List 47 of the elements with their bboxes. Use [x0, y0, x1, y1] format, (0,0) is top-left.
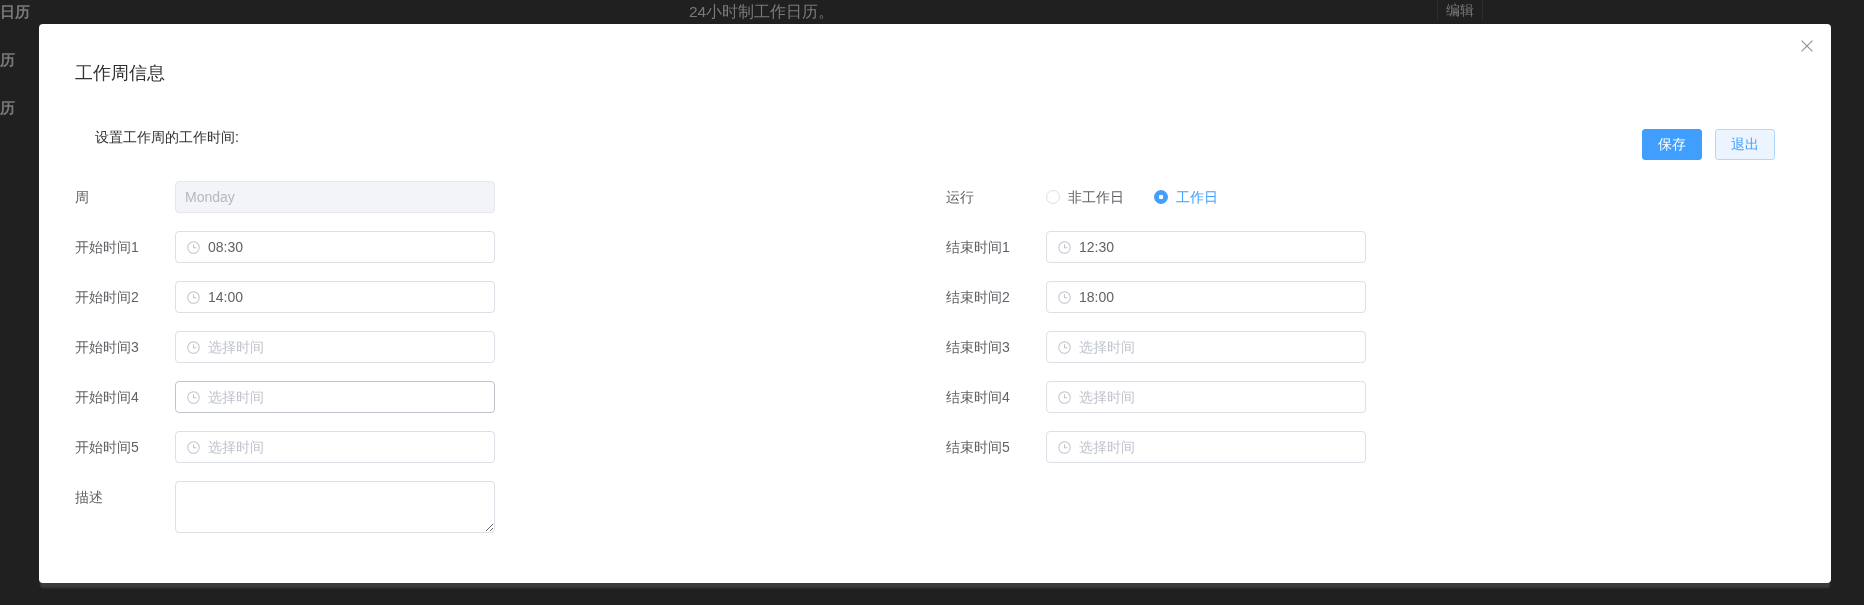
clock-icon [1058, 390, 1071, 404]
field-label: 结束时间5 [946, 438, 1011, 457]
table-cell: 历 [0, 98, 15, 118]
field-label: 开始时间3 [75, 338, 140, 357]
clock-icon [1058, 290, 1071, 304]
clock-icon [187, 340, 200, 354]
field-label: 运行 [946, 188, 975, 207]
clock-icon [187, 240, 200, 254]
radio-option[interactable]: 非工作日 [1046, 181, 1124, 213]
time-field[interactable]: 选择时间 [175, 381, 495, 413]
field-label: 结束时间3 [946, 338, 1011, 357]
time-field[interactable]: 选择时间 [1046, 331, 1366, 363]
clock-icon [1058, 440, 1071, 454]
clock-icon [1058, 340, 1071, 354]
time-field[interactable]: 选择时间 [175, 431, 495, 463]
time-field[interactable]: 选择时间 [175, 331, 495, 363]
clock-icon [1058, 240, 1071, 254]
time-field[interactable]: 14:00 [175, 281, 495, 313]
field-label: 开始时间2 [75, 288, 140, 307]
clock-icon [187, 440, 200, 454]
close-button[interactable] [1801, 40, 1813, 52]
instruction-text: 设置工作周的工作时间: [95, 129, 239, 145]
radio-option[interactable]: 工作日 [1154, 181, 1218, 213]
field-label: 结束时间4 [946, 388, 1011, 407]
clock-icon [187, 290, 200, 304]
dialog-title: 工作周信息 [75, 63, 165, 83]
field-label: 周 [75, 188, 90, 207]
clock-icon [187, 390, 200, 404]
close-icon [1801, 40, 1813, 52]
time-field[interactable]: 选择时间 [1046, 431, 1366, 463]
field-label: 开始时间5 [75, 438, 140, 457]
time-field[interactable]: 选择时间 [1046, 381, 1366, 413]
exit-button[interactable]: 退出 [1715, 129, 1775, 160]
field-label: 描述 [75, 488, 104, 507]
time-field[interactable]: 18:00 [1046, 281, 1366, 313]
edit-link[interactable]: 编辑 [1437, 0, 1483, 20]
description-field[interactable] [175, 481, 495, 533]
field-label: 结束时间1 [946, 238, 1011, 257]
field-label: 开始时间1 [75, 238, 140, 257]
time-field[interactable]: 12:30 [1046, 231, 1366, 263]
table-cell: 24小时制工作日历。 [689, 2, 835, 22]
field-label: 开始时间4 [75, 388, 140, 407]
save-button[interactable]: 保存 [1642, 129, 1702, 160]
field-label: 结束时间2 [946, 288, 1011, 307]
table-cell: 历 [0, 50, 15, 70]
time-field[interactable]: 08:30 [175, 231, 495, 263]
table-cell: 日历 [0, 2, 30, 22]
